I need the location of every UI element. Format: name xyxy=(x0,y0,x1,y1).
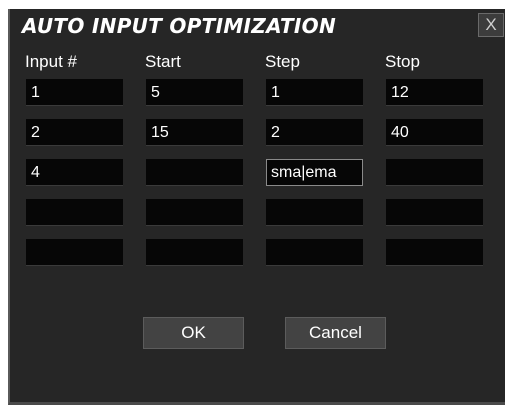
close-button[interactable]: X xyxy=(478,13,504,37)
stop-field[interactable]: 40 xyxy=(386,119,483,146)
step-field-editing[interactable]: sma|ema xyxy=(266,159,363,186)
column-header-stop: Stop xyxy=(385,52,420,71)
cancel-button[interactable]: Cancel xyxy=(285,317,386,349)
column-header-step: Step xyxy=(265,52,300,71)
stop-field[interactable] xyxy=(386,199,483,226)
dialog-title: AUTO INPUT OPTIMIZATION xyxy=(22,14,336,38)
start-field[interactable]: 5 xyxy=(146,79,243,106)
stop-field[interactable] xyxy=(386,159,483,186)
step-field[interactable]: 2 xyxy=(266,119,363,146)
column-header-start: Start xyxy=(145,52,181,71)
input-number-field[interactable]: 2 xyxy=(26,119,123,146)
input-number-field[interactable] xyxy=(26,199,123,226)
input-number-field[interactable]: 4 xyxy=(26,159,123,186)
step-field[interactable]: 1 xyxy=(266,79,363,106)
start-field[interactable] xyxy=(146,239,243,266)
column-header-input: Input # xyxy=(25,52,77,71)
step-field[interactable] xyxy=(266,239,363,266)
input-number-field[interactable] xyxy=(26,239,123,266)
stop-field[interactable] xyxy=(386,239,483,266)
start-field[interactable]: 15 xyxy=(146,119,243,146)
step-field[interactable] xyxy=(266,199,363,226)
ok-button[interactable]: OK xyxy=(143,317,244,349)
start-field[interactable] xyxy=(146,199,243,226)
input-number-field[interactable]: 1 xyxy=(26,79,123,106)
stop-field[interactable]: 12 xyxy=(386,79,483,106)
auto-input-optimization-dialog: AUTO INPUT OPTIMIZATION X Input # Start … xyxy=(8,9,505,405)
start-field[interactable] xyxy=(146,159,243,186)
